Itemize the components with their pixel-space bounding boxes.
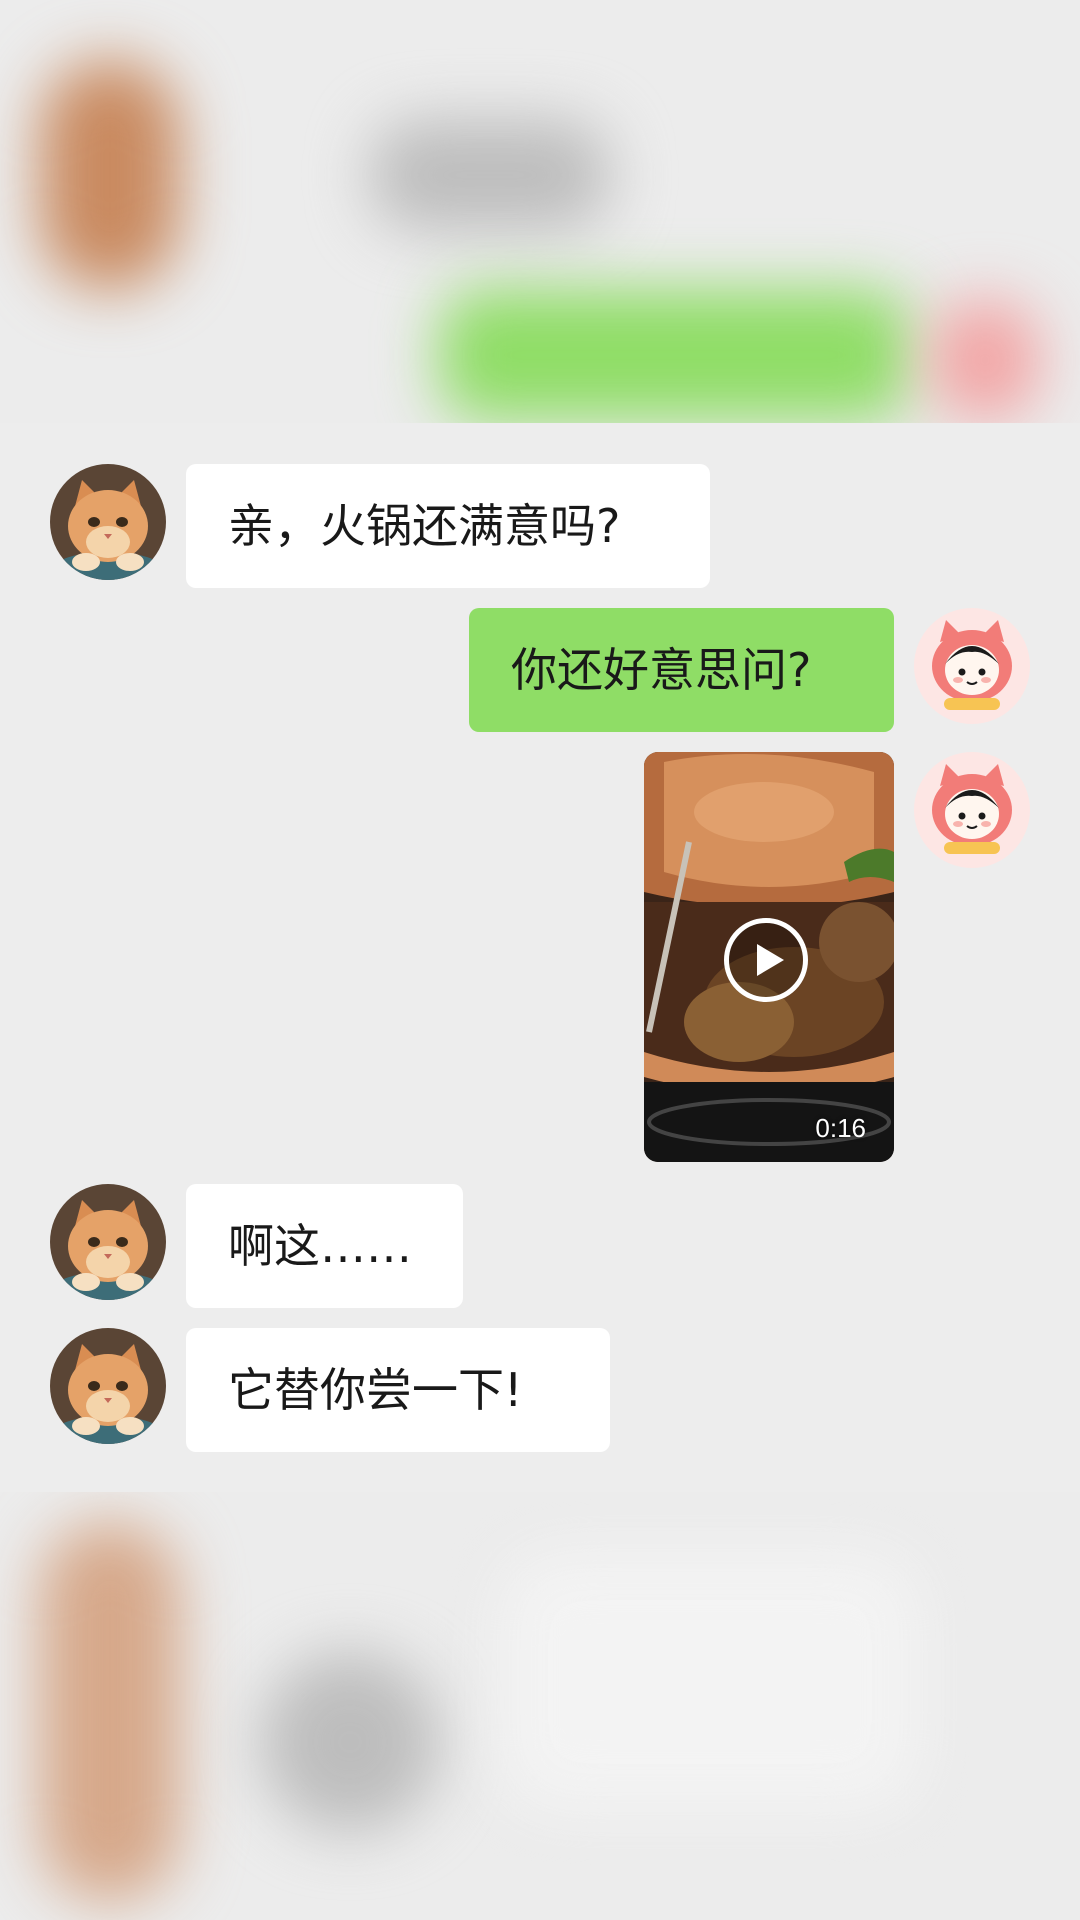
- blurred-following-messages: [0, 1492, 1080, 1920]
- message-bubble-incoming[interactable]: 啊这……: [186, 1184, 463, 1308]
- cat-avatar-icon[interactable]: [50, 1184, 166, 1300]
- message-bubble-incoming[interactable]: 它替你尝一下!: [186, 1328, 610, 1452]
- video-message[interactable]: 0:16: [644, 752, 894, 1162]
- blurred-previous-messages: [0, 0, 1080, 423]
- chat-message-list[interactable]: 亲，火锅还满意吗? 你还好意思问? 0:16 啊这…… 它替你尝一下!: [0, 423, 1080, 1492]
- cat-avatar-icon[interactable]: [50, 1328, 166, 1444]
- message-bubble-incoming[interactable]: 亲，火锅还满意吗?: [186, 464, 710, 588]
- cat-avatar-icon[interactable]: [50, 464, 166, 580]
- play-icon: [757, 944, 784, 976]
- cartoon-girl-avatar-icon[interactable]: [914, 752, 1030, 868]
- cartoon-girl-avatar-icon[interactable]: [914, 608, 1030, 724]
- message-bubble-outgoing[interactable]: 你还好意思问?: [469, 608, 894, 732]
- video-duration: 0:16: [815, 1113, 866, 1143]
- play-button[interactable]: [724, 918, 808, 1002]
